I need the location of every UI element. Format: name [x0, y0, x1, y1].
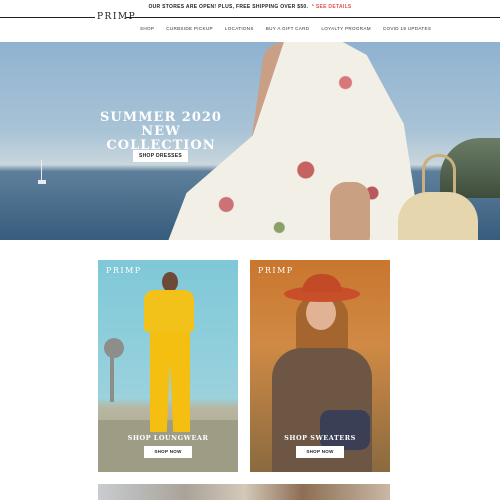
nav-item-covid-updates[interactable]: COVID 19 UPDATES [383, 26, 431, 31]
announcement-text: OUR STORES ARE OPEN! PLUS, FREE SHIPPING… [148, 4, 309, 10]
card-brand-logo: PRIMP [106, 266, 142, 275]
hero-banner[interactable] [0, 42, 500, 240]
yellow-pants [150, 332, 190, 432]
nav-item-gift-card[interactable]: BUY A GIFT CARD [266, 26, 310, 31]
loungewear-card[interactable]: PRIMP ········· SHOP LOUNGWEAR SHOP NOW [98, 260, 238, 472]
hero-straw-bag [398, 192, 478, 240]
announcement-bar: OUR STORES ARE OPEN! PLUS, FREE SHIPPING… [0, 4, 500, 10]
shop-dresses-button[interactable]: SHOP DRESSES [133, 150, 188, 162]
card-label: SHOP SWEATERS [284, 434, 356, 442]
card-brand-tagline: ········· [106, 276, 118, 279]
logo-rule-left [0, 17, 95, 18]
sweaters-card[interactable]: PRIMP ········· SHOP SWEATERS SHOP NOW [250, 260, 390, 472]
nav-item-locations[interactable]: LOCATIONS [225, 26, 254, 31]
orange-hat-crown [302, 274, 342, 292]
shop-loungewear-button[interactable]: SHOP NOW [144, 446, 192, 458]
card-brand-tagline: ········· [258, 276, 270, 279]
hero-boat [38, 180, 46, 184]
yellow-hoodie [144, 290, 194, 332]
model-head [162, 272, 178, 292]
next-section-banner[interactable] [98, 484, 390, 500]
model-jeans [320, 410, 370, 450]
basketball-pole [110, 352, 114, 402]
hero-title: SUMMER 2020 NEW COLLECTION [96, 111, 226, 153]
shop-sweaters-button[interactable]: SHOP NOW [296, 446, 344, 458]
card-brand-logo: PRIMP [258, 266, 294, 275]
logo-rule-right [126, 17, 500, 18]
see-details-link[interactable]: * SEE DETAILS [312, 4, 352, 10]
hero-model-leg [330, 182, 370, 240]
nav-item-shop[interactable]: SHOP [140, 26, 154, 31]
nav-item-curbside-pickup[interactable]: CURBSIDE PICKUP [166, 26, 213, 31]
basketball-hoop [104, 338, 124, 358]
hero-boat-mast [41, 160, 42, 180]
main-nav: SHOP CURBSIDE PICKUP LOCATIONS BUY A GIF… [140, 26, 431, 31]
hero-title-line1: SUMMER 2020 [100, 110, 222, 125]
hero-title-line2: NEW COLLECTION [106, 124, 216, 153]
card-label: SHOP LOUNGWEAR [127, 434, 209, 442]
nav-item-loyalty[interactable]: LOYALTY PROGRAM [321, 26, 370, 31]
